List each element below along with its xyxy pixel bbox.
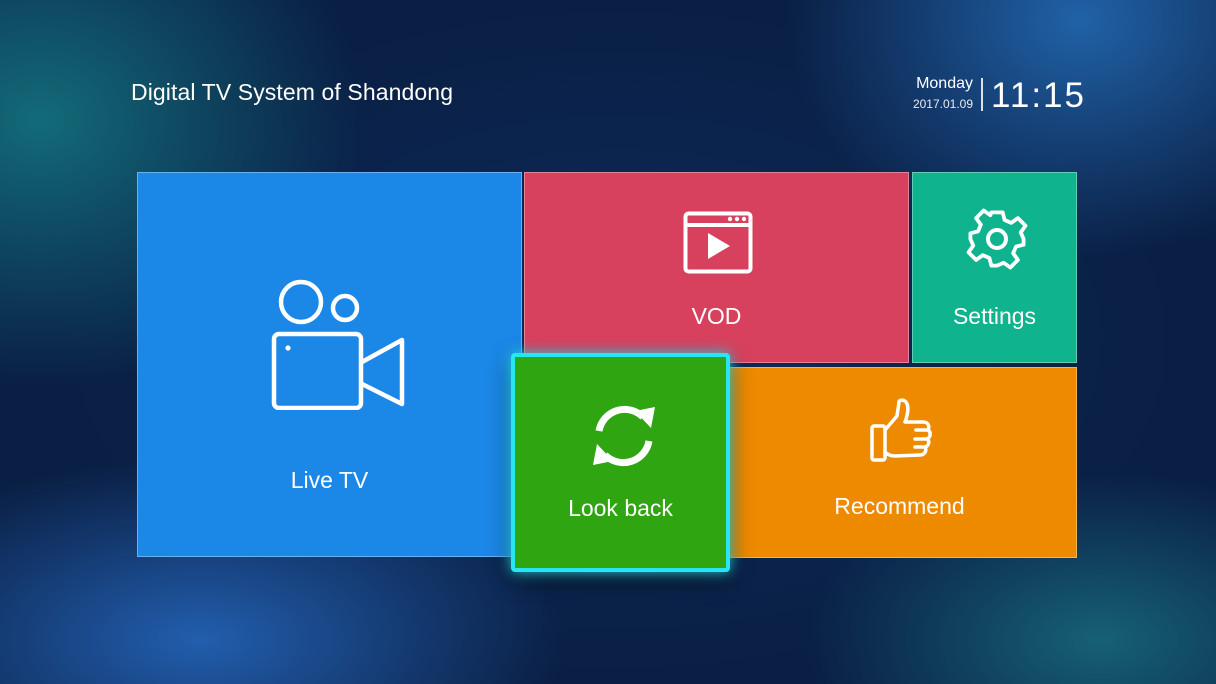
thumbs-up-icon	[870, 398, 932, 462]
date-block: Monday 2017.01.09	[880, 74, 973, 112]
tile-label: Settings	[952, 303, 1037, 329]
tile-vod[interactable]: VOD	[524, 172, 909, 363]
date: 2017.01.09	[912, 97, 973, 111]
video-camera-icon	[271, 279, 405, 410]
tile-live-tv[interactable]: Live TV	[137, 172, 522, 557]
tile-label: Recommend	[834, 493, 965, 519]
tile-settings[interactable]: Settings	[912, 172, 1077, 363]
clock: 11:15	[991, 76, 1086, 115]
tile-look-back[interactable]: Look back	[511, 353, 730, 572]
video-play-icon	[683, 211, 753, 274]
app-title: Digital TV System of Shandong	[131, 79, 454, 105]
tile-recommend[interactable]: Recommend	[722, 367, 1077, 558]
weekday: Monday	[916, 75, 973, 92]
gear-icon	[966, 208, 1028, 270]
clock-divider	[981, 78, 983, 111]
tile-label: Look back	[568, 495, 673, 521]
refresh-icon	[593, 405, 655, 467]
tile-label: VOD	[691, 303, 742, 329]
tile-label: Live TV	[290, 467, 369, 493]
